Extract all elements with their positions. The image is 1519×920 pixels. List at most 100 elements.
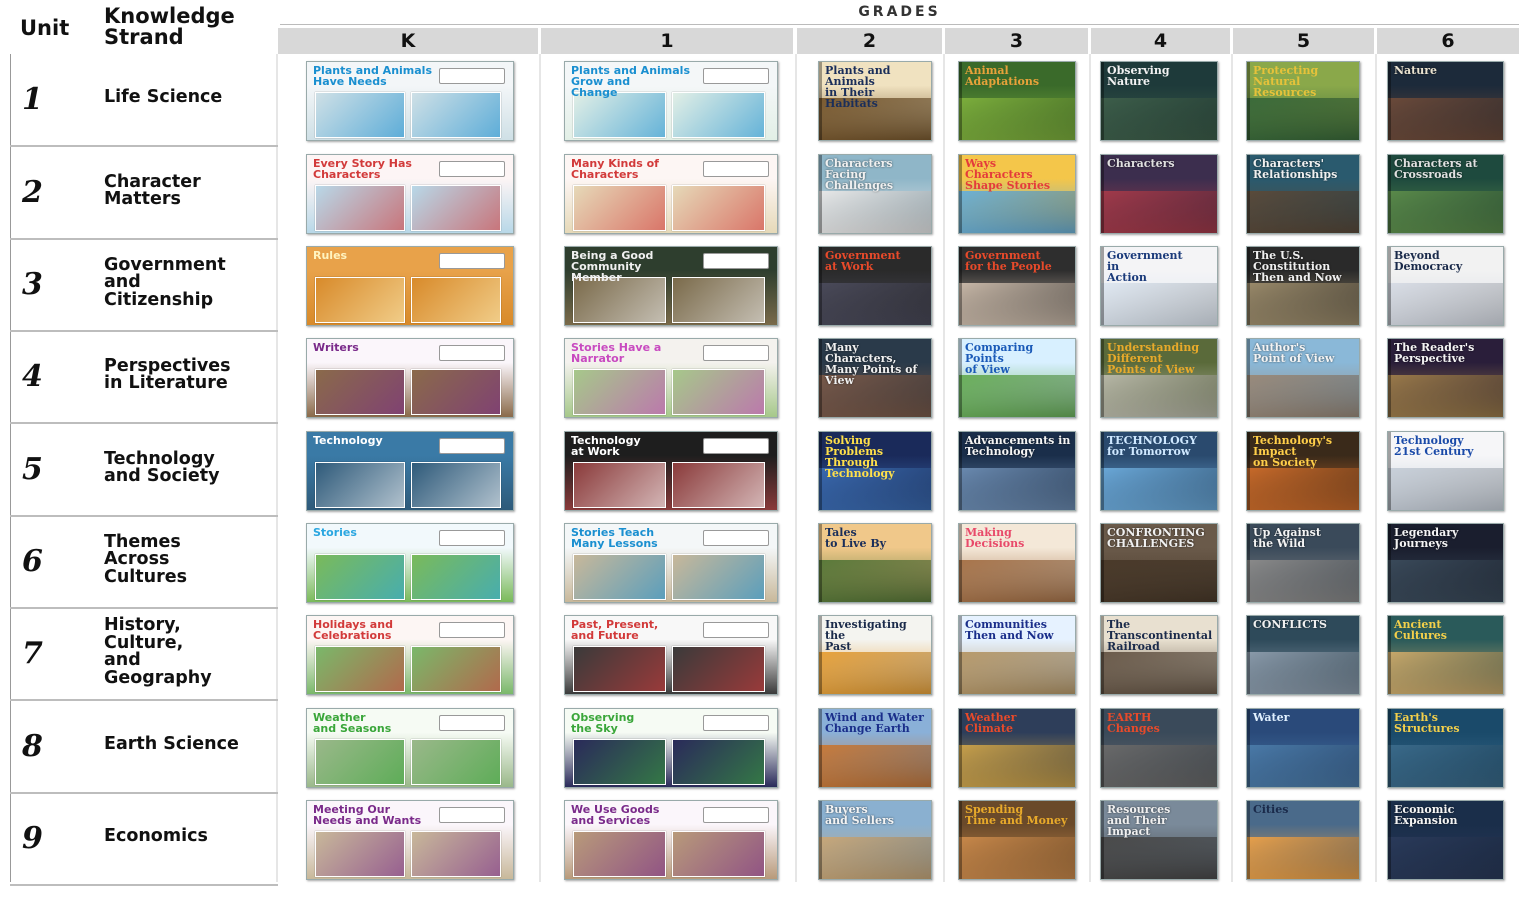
book-title: Solving Problems Through Technology — [825, 434, 895, 480]
book-cover-grade-6[interactable]: Earth's Structures — [1387, 708, 1504, 788]
book-cover-grade-2[interactable]: Characters Facing Challenges — [818, 154, 932, 234]
book-cover-grade-5[interactable]: Cities — [1246, 800, 1360, 880]
book-cover-grade-1[interactable]: Observing the Sky — [564, 708, 778, 788]
book-cover-grade-2[interactable]: Tales to Live By — [818, 523, 932, 603]
book-cover-grade-2[interactable]: Plants and Animals in Their Habitats — [818, 61, 932, 141]
book-cover-grade-6[interactable]: Technology 21st Century — [1387, 431, 1504, 511]
book-cover-grade-2[interactable]: Buyers and Sellers — [818, 800, 932, 880]
book-cover-grade-5[interactable]: The U.S. Constitution Then and Now — [1246, 246, 1360, 326]
book-cover-grade-k[interactable]: Holidays and Celebrations — [306, 615, 514, 695]
cover-photo — [411, 831, 501, 877]
book-cover-grade-3[interactable]: Advancements in Technology — [958, 431, 1076, 511]
book-cover-grade-k[interactable]: Writers — [306, 338, 514, 418]
strand-line: Geography — [104, 667, 212, 688]
book-cover-grade-5[interactable]: Up Against the Wild — [1246, 523, 1360, 603]
cover-spine-band — [819, 62, 822, 140]
book-cover-grade-k[interactable]: Rules — [306, 246, 514, 326]
book-cover-grade-6[interactable]: Ancient Cultures — [1387, 615, 1504, 695]
book-cover-grade-1[interactable]: We Use Goods and Services — [564, 800, 778, 880]
book-cover-grade-6[interactable]: Characters at Crossroads — [1387, 154, 1504, 234]
cover-photo — [573, 554, 666, 600]
cover-photo — [315, 739, 405, 785]
book-title: Characters — [1107, 157, 1175, 170]
book-cover-grade-k[interactable]: Technology — [306, 431, 514, 511]
book-title: Economic Expansion — [1394, 803, 1458, 827]
cover-photo — [672, 277, 765, 323]
book-cover-grade-6[interactable]: The Reader's Perspective — [1387, 338, 1504, 418]
book-cover-grade-1[interactable]: Many Kinds of Characters — [564, 154, 778, 234]
book-title: Being a Good Community Member — [571, 249, 654, 284]
book-cover-grade-k[interactable]: Weather and Seasons — [306, 708, 514, 788]
book-cover-grade-k[interactable]: Every Story Has Characters — [306, 154, 514, 234]
book-cover-grade-4[interactable]: EARTH Changes — [1100, 708, 1218, 788]
book-title: The Transcontinental Railroad — [1107, 618, 1213, 653]
book-cover-grade-4[interactable]: Resources and Their Impact — [1100, 800, 1218, 880]
book-cover-grade-4[interactable]: Government in Action — [1100, 246, 1218, 326]
book-cover-grade-3[interactable]: Communities Then and Now — [958, 615, 1076, 695]
cover-spine-band — [959, 247, 962, 325]
book-cover-grade-2[interactable]: Many Characters, Many Points of View — [818, 338, 932, 418]
column-separator — [1089, 54, 1091, 882]
book-cover-grade-1[interactable]: Past, Present, and Future — [564, 615, 778, 695]
cover-photo — [672, 831, 765, 877]
book-cover-grade-3[interactable]: Government for the People — [958, 246, 1076, 326]
book-cover-grade-1[interactable]: Plants and Animals Grow and Change — [564, 61, 778, 141]
book-cover-grade-2[interactable]: Solving Problems Through Technology — [818, 431, 932, 511]
book-cover-grade-5[interactable]: Author's Point of View — [1246, 338, 1360, 418]
book-cover-grade-k[interactable]: Meeting Our Needs and Wants — [306, 800, 514, 880]
book-cover-grade-1[interactable]: Stories Have a Narrator — [564, 338, 778, 418]
cover-illustration — [819, 745, 931, 787]
book-cover-grade-5[interactable]: Technology's Impact on Society — [1246, 431, 1360, 511]
book-cover-grade-6[interactable]: Economic Expansion — [1387, 800, 1504, 880]
book-cover-grade-5[interactable]: CONFLICTS — [1246, 615, 1360, 695]
book-cover-grade-4[interactable]: TECHNOLOGY for Tomorrow — [1100, 431, 1218, 511]
book-cover-grade-6[interactable]: Legendary Journeys — [1387, 523, 1504, 603]
book-title: Government for the People — [965, 249, 1052, 273]
cover-photo — [411, 554, 501, 600]
book-cover-grade-2[interactable]: Wind and Water Change Earth — [818, 708, 932, 788]
book-cover-grade-1[interactable]: Technology at Work — [564, 431, 778, 511]
book-cover-grade-3[interactable]: Ways Characters Shape Stories — [958, 154, 1076, 234]
book-title: The Reader's Perspective — [1394, 341, 1475, 365]
book-cover-grade-3[interactable]: Spending Time and Money — [958, 800, 1076, 880]
book-cover-grade-4[interactable]: CONFRONTING CHALLENGES — [1100, 523, 1218, 603]
book-cover-grade-4[interactable]: Observing Nature — [1100, 61, 1218, 141]
cover-spine-band — [819, 616, 822, 694]
strand-header-line-1: Knowledge — [104, 4, 235, 28]
book-cover-grade-5[interactable]: Water — [1246, 708, 1360, 788]
book-cover-grade-5[interactable]: Protecting Natural Resources — [1246, 61, 1360, 141]
book-cover-grade-2[interactable]: Government at Work — [818, 246, 932, 326]
book-cover-grade-4[interactable]: Characters — [1100, 154, 1218, 234]
book-title: Communities Then and Now — [965, 618, 1054, 642]
book-cover-grade-4[interactable]: The Transcontinental Railroad — [1100, 615, 1218, 695]
book-cover-grade-6[interactable]: Nature — [1387, 61, 1504, 141]
cover-photo — [411, 462, 501, 508]
knowledge-strand: Perspectives in Literature — [104, 357, 274, 450]
book-cover-grade-5[interactable]: Characters' Relationships — [1246, 154, 1360, 234]
cover-spine-band — [959, 524, 962, 602]
column-separator — [1231, 54, 1233, 882]
book-cover-grade-k[interactable]: Plants and Animals Have Needs — [306, 61, 514, 141]
column-separator — [276, 54, 278, 882]
book-cover-grade-k[interactable]: Stories — [306, 523, 514, 603]
book-cover-grade-3[interactable]: Animal Adaptations — [958, 61, 1076, 141]
cover-spine-band — [1247, 709, 1250, 787]
book-cover-grade-3[interactable]: Making Decisions — [958, 523, 1076, 603]
cover-spine-band — [819, 432, 822, 510]
cover-illustration — [1388, 191, 1503, 233]
book-cover-grade-1[interactable]: Stories Teach Many Lessons — [564, 523, 778, 603]
book-cover-grade-6[interactable]: Beyond Democracy — [1387, 246, 1504, 326]
book-cover-grade-4[interactable]: Understanding Different Points of View — [1100, 338, 1218, 418]
book-cover-grade-3[interactable]: Comparing Points of View — [958, 338, 1076, 418]
book-title: Rules — [313, 249, 348, 262]
cover-photo — [315, 646, 405, 692]
book-cover-grade-1[interactable]: Being a Good Community Member — [564, 246, 778, 326]
unit-number: 3 — [22, 267, 43, 302]
cover-spine-band — [1101, 432, 1104, 510]
book-title: CONFLICTS — [1253, 618, 1327, 631]
book-cover-grade-3[interactable]: Weather Climate — [958, 708, 1076, 788]
book-cover-grade-2[interactable]: Investigating the Past — [818, 615, 932, 695]
grade-header-4: 4 — [1091, 28, 1230, 54]
cover-illustration — [1388, 98, 1503, 140]
cover-spine-band — [1247, 155, 1250, 233]
